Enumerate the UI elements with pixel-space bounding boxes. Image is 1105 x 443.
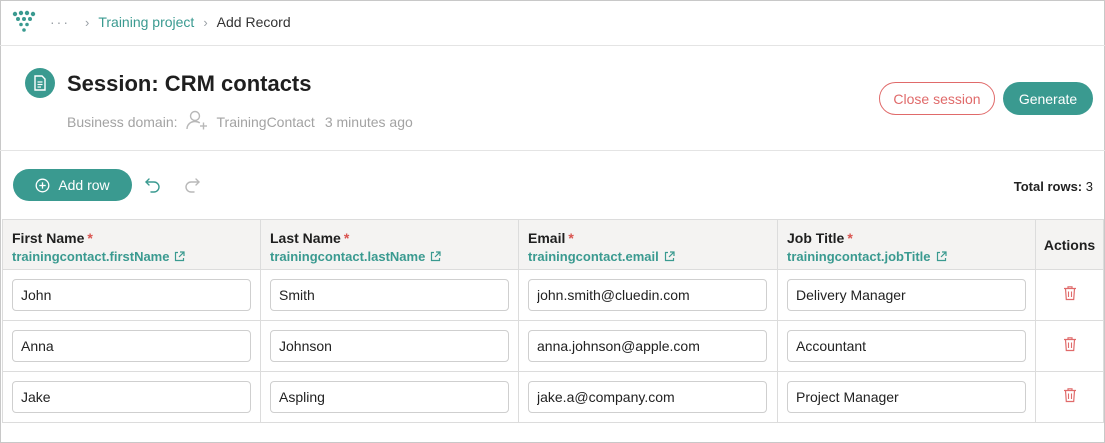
- session-header: Session: CRM contacts Business domain: T…: [0, 46, 1105, 151]
- breadcrumb-project-link[interactable]: Training project: [98, 14, 194, 30]
- email-input[interactable]: [528, 279, 767, 311]
- user-add-icon: [185, 109, 209, 134]
- first-name-input[interactable]: [12, 381, 251, 413]
- first-name-input[interactable]: [12, 330, 251, 362]
- delete-row-trash-icon[interactable]: [1063, 336, 1077, 352]
- field-link-email[interactable]: trainingcontact.email: [528, 249, 769, 264]
- table-row: [2, 371, 1104, 423]
- add-row-button[interactable]: Add row: [13, 169, 132, 201]
- column-header-email: Email * trainingcontact.email: [518, 219, 778, 270]
- delete-row-trash-icon[interactable]: [1063, 387, 1077, 403]
- business-domain-value: TrainingContact: [216, 113, 315, 130]
- page-title: Session: CRM contacts: [67, 71, 312, 96]
- column-header-job-title: Job Title * trainingcontact.jobTitle: [777, 219, 1036, 270]
- document-icon: [25, 68, 55, 98]
- last-name-input[interactable]: [270, 330, 509, 362]
- records-table: First Name * trainingcontact.firstName La…: [2, 219, 1104, 423]
- updated-timestamp: 3 minutes ago: [324, 113, 413, 130]
- add-row-label: Add row: [58, 177, 110, 193]
- column-header-actions: Actions: [1035, 219, 1104, 270]
- field-link-first-name[interactable]: trainingcontact.firstName: [12, 249, 252, 264]
- external-link-icon: [174, 251, 186, 262]
- total-rows: Total rows: 3: [1014, 179, 1093, 194]
- email-input[interactable]: [528, 381, 767, 413]
- table-row: [2, 320, 1104, 372]
- first-name-input[interactable]: [12, 279, 251, 311]
- add-circle-icon: [35, 178, 50, 193]
- close-session-button[interactable]: Close session: [879, 82, 995, 115]
- column-header-last-name: Last Name * trainingcontact.lastName: [260, 219, 519, 270]
- breadcrumb: ··· › Training project › Add Record: [50, 14, 291, 30]
- chevron-right-icon: ›: [85, 14, 90, 30]
- external-link-icon: [430, 251, 441, 262]
- undo-icon[interactable]: [143, 175, 163, 195]
- total-rows-value: 3: [1085, 179, 1093, 194]
- redo-icon[interactable]: [182, 175, 202, 195]
- delete-row-trash-icon[interactable]: [1063, 285, 1077, 301]
- job-title-input[interactable]: [787, 381, 1026, 413]
- field-link-last-name[interactable]: trainingcontact.lastName: [270, 249, 510, 264]
- email-input[interactable]: [528, 330, 767, 362]
- table-header-row: First Name * trainingcontact.firstName La…: [2, 219, 1104, 270]
- breadcrumb-current: Add Record: [216, 14, 291, 30]
- last-name-input[interactable]: [270, 279, 509, 311]
- external-link-icon: [664, 251, 675, 262]
- last-name-input[interactable]: [270, 381, 509, 413]
- table-row: [2, 269, 1104, 321]
- external-link-icon: [936, 251, 947, 262]
- field-link-job-title[interactable]: trainingcontact.jobTitle: [787, 249, 1027, 264]
- session-meta: Business domain: TrainingContact 3 minut…: [67, 109, 413, 134]
- job-title-input[interactable]: [787, 330, 1026, 362]
- job-title-input[interactable]: [787, 279, 1026, 311]
- generate-button[interactable]: Generate: [1003, 82, 1093, 115]
- business-domain-label: Business domain:: [67, 113, 178, 130]
- chevron-right-icon: ›: [203, 14, 208, 30]
- app-logo-icon[interactable]: [10, 9, 38, 35]
- breadcrumb-more[interactable]: ···: [50, 14, 70, 30]
- total-rows-label: Total rows:: [1013, 179, 1083, 194]
- column-header-first-name: First Name * trainingcontact.firstName: [2, 219, 261, 270]
- top-bar: ··· › Training project › Add Record: [0, 0, 1105, 46]
